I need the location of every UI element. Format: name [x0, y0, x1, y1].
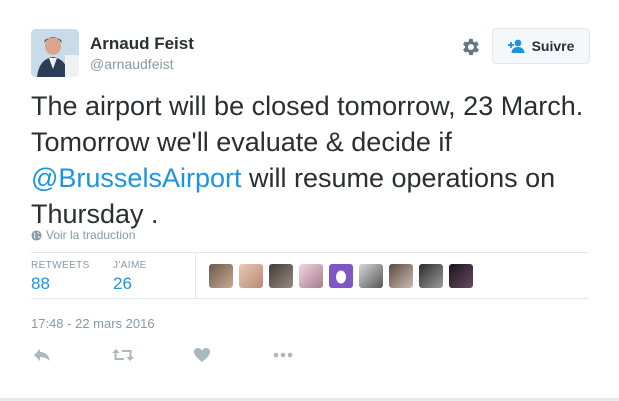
- favoriter-avatar[interactable]: [239, 264, 263, 288]
- favoriter-avatar[interactable]: [449, 264, 473, 288]
- translate-link[interactable]: Voir la traduction: [31, 228, 135, 242]
- heart-icon[interactable]: [191, 344, 213, 366]
- likes-count: 26: [113, 274, 132, 293]
- tweet-line-1: The airport will be closed tomorrow, 23 …: [31, 91, 584, 121]
- globe-icon: [31, 229, 42, 241]
- more-icon[interactable]: [272, 344, 294, 366]
- favoriter-avatar[interactable]: [209, 264, 233, 288]
- favoriter-avatar[interactable]: [419, 264, 443, 288]
- favoriter-avatar[interactable]: [299, 264, 323, 288]
- divider-top: [31, 252, 589, 253]
- favoriter-avatar[interactable]: [269, 264, 293, 288]
- tweet-line-2: Tomorrow we'll evaluate & decide if: [31, 127, 452, 157]
- translate-label: Voir la traduction: [46, 228, 136, 242]
- tweet-line-3: will resume operations on: [241, 163, 556, 193]
- retweets-label: RETWEETS: [31, 260, 90, 271]
- retweets-count: 88: [31, 274, 50, 293]
- avatar[interactable]: [31, 29, 79, 77]
- likes-label: J'AIME: [113, 260, 147, 271]
- mention-link[interactable]: @BrusselsAirport: [31, 163, 241, 193]
- retweets-stat[interactable]: RETWEETS 88: [31, 260, 90, 294]
- author-name[interactable]: Arnaud Feist: [90, 34, 194, 54]
- tweet-text: The airport will be closed tomorrow, 23 …: [31, 88, 601, 232]
- favoriter-avatar[interactable]: [389, 264, 413, 288]
- favoriters-list: [209, 264, 473, 288]
- likes-stat[interactable]: J'AIME 26: [113, 260, 147, 294]
- tweet-timestamp[interactable]: 17:48 - 22 mars 2016: [31, 316, 155, 331]
- avatar-image: [31, 29, 79, 77]
- favoriter-avatar-default[interactable]: [329, 264, 353, 288]
- egg-icon: [336, 270, 346, 284]
- retweet-icon[interactable]: [112, 344, 134, 366]
- divider-bottom: [31, 298, 589, 299]
- tweet-line-4: Thursday .: [31, 199, 159, 229]
- author-handle[interactable]: @arnaudfeist: [90, 56, 173, 72]
- reply-icon[interactable]: [31, 344, 53, 366]
- gear-icon[interactable]: [459, 36, 481, 58]
- stats-separator: [195, 253, 196, 298]
- follow-label: Suivre: [531, 38, 575, 54]
- add-person-icon: [507, 39, 525, 53]
- favoriter-avatar[interactable]: [359, 264, 383, 288]
- follow-button[interactable]: Suivre: [492, 28, 590, 64]
